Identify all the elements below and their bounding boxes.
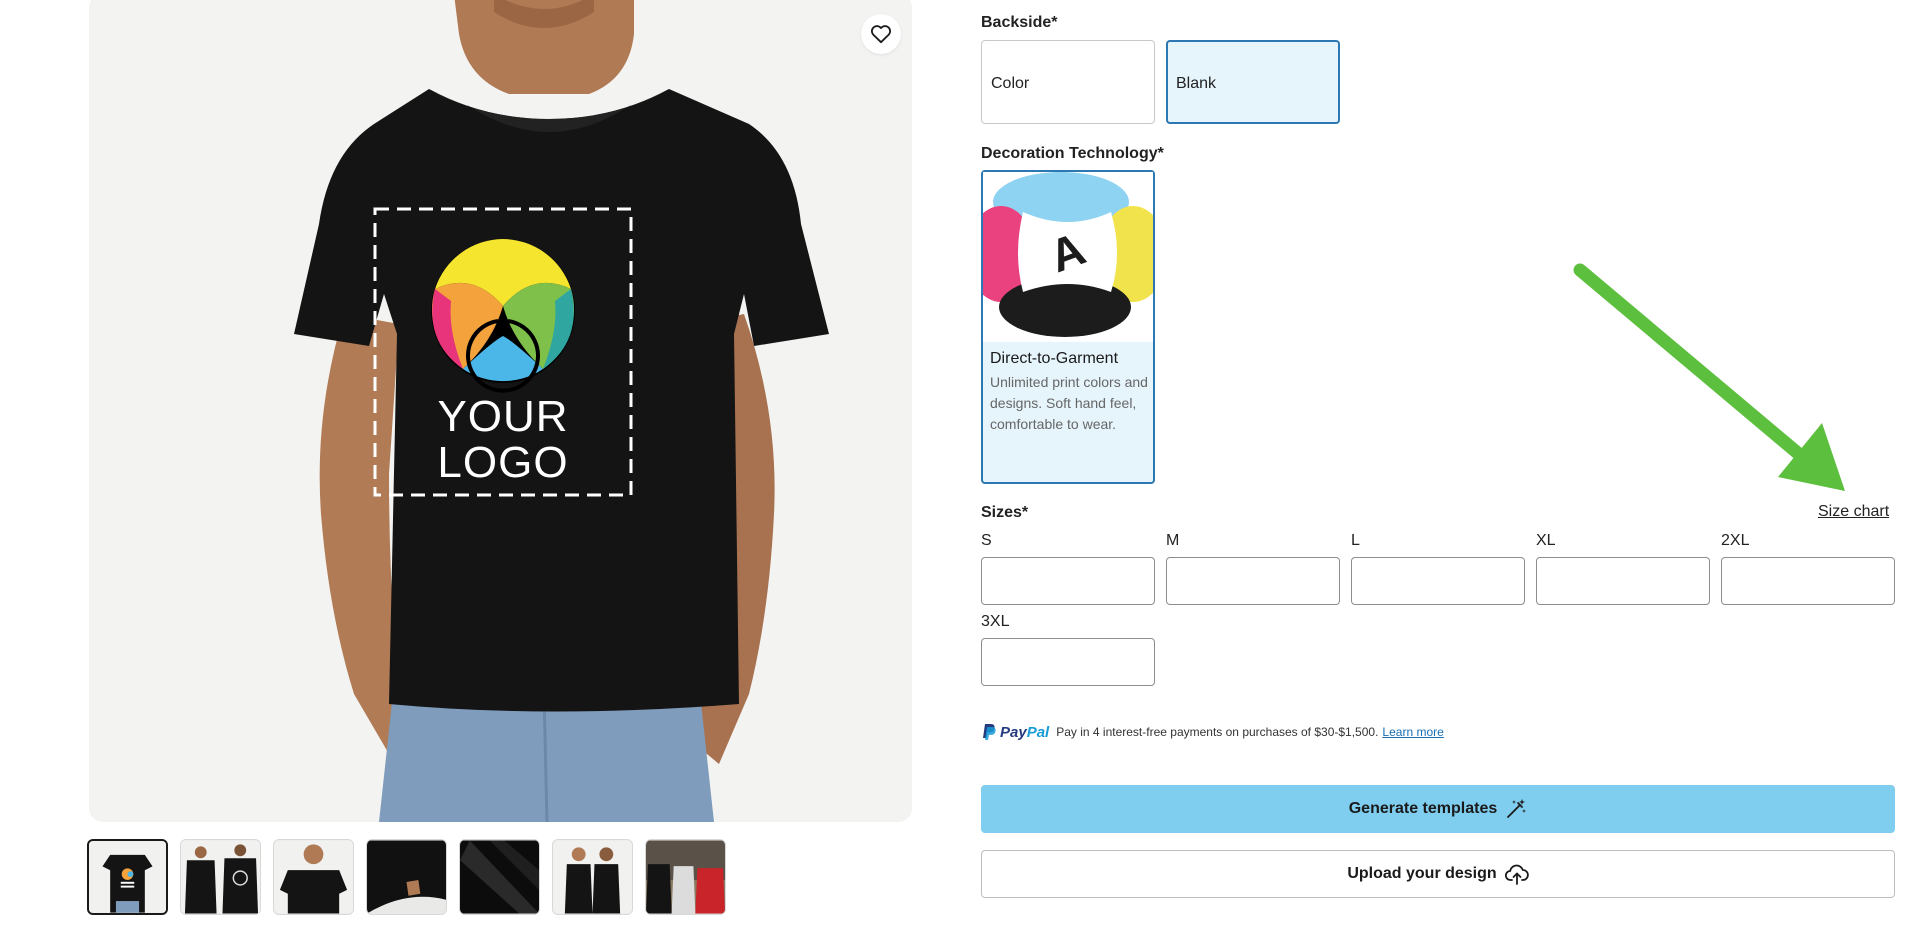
thumbnail-2[interactable] <box>180 839 261 915</box>
logo-placeholder-icon <box>431 239 575 393</box>
backside-option-color[interactable]: Color <box>981 40 1155 124</box>
product-main-image[interactable]: YOUR LOGO <box>89 0 912 822</box>
thumbnail-image <box>553 840 632 914</box>
backside-option-label: Color <box>991 75 1030 92</box>
thumbnail-image <box>274 840 353 914</box>
thumbnail-6[interactable] <box>552 839 633 915</box>
thumbnail-image <box>367 840 446 914</box>
upload-design-label: Upload your design <box>1347 865 1497 882</box>
paypal-message: Pay in 4 interest-free payments on purch… <box>1056 725 1379 739</box>
size-label-3xl: 3XL <box>981 613 1010 630</box>
paypal-learn-more-link[interactable]: Learn more <box>1382 725 1443 739</box>
backside-label: Backside* <box>981 14 1058 31</box>
logo-placeholder-line1: YOUR <box>437 392 569 441</box>
size-input-m[interactable] <box>1166 557 1340 605</box>
thumbnail-3[interactable] <box>273 839 354 915</box>
thumbnail-5[interactable] <box>459 839 540 915</box>
heart-icon <box>870 25 892 44</box>
thumbnail-7[interactable] <box>645 839 726 915</box>
favorite-button[interactable] <box>861 14 901 54</box>
generate-templates-button[interactable]: Generate templates <box>981 785 1895 833</box>
size-label-xl: XL <box>1536 532 1556 549</box>
thumbnail-4[interactable] <box>366 839 447 915</box>
paypal-logo-icon <box>983 724 996 740</box>
paypal-wordmark-pay: Pay <box>1000 723 1027 741</box>
cloud-upload-icon <box>1504 863 1529 885</box>
print-area: YOUR LOGO <box>372 206 634 498</box>
generate-templates-label: Generate templates <box>1348 800 1498 817</box>
paypal-wordmark: PayPal <box>1000 724 1049 741</box>
dtg-print-icon: A <box>983 172 1153 342</box>
sizes-label: Sizes* <box>981 504 1029 521</box>
size-input-3xl[interactable] <box>981 638 1155 686</box>
decoration-option-description: Unlimited print colors and designs. Soft… <box>990 374 1148 432</box>
upload-design-button[interactable]: Upload your design <box>981 850 1895 898</box>
thumbnail-image <box>646 840 725 914</box>
size-input-s[interactable] <box>981 557 1155 605</box>
size-input-2xl[interactable] <box>1721 557 1895 605</box>
logo-placeholder-line2: LOGO <box>437 438 569 487</box>
backside-option-label: Blank <box>1176 75 1217 92</box>
size-label-m: M <box>1166 532 1180 549</box>
size-label-l: L <box>1351 532 1360 549</box>
thumbnail-image <box>181 840 260 914</box>
annotation-arrow-icon <box>1573 263 1845 491</box>
paypal-wordmark-pal: Pal <box>1026 723 1050 741</box>
thumbnail-strip <box>87 839 726 915</box>
magic-wand-icon <box>1505 798 1527 820</box>
decoration-option-name: Direct-to-Garment <box>990 350 1119 367</box>
thumbnail-image <box>460 840 539 914</box>
size-label-s: S <box>981 532 992 549</box>
decoration-technology-label: Decoration Technology* <box>981 145 1164 162</box>
size-input-xl[interactable] <box>1536 557 1710 605</box>
thumbnail-1[interactable] <box>87 839 168 915</box>
size-input-l[interactable] <box>1351 557 1525 605</box>
paypal-pay-later-banner: PayPal Pay in 4 interest-free payments o… <box>982 721 1444 743</box>
decoration-option-dtg[interactable]: A Direct-to-Garment Unlimited print colo… <box>981 170 1155 484</box>
size-label-2xl: 2XL <box>1721 532 1750 549</box>
backside-option-blank[interactable]: Blank <box>1166 40 1340 124</box>
thumbnail-image <box>89 841 166 913</box>
size-chart-link[interactable]: Size chart <box>1818 503 1889 521</box>
